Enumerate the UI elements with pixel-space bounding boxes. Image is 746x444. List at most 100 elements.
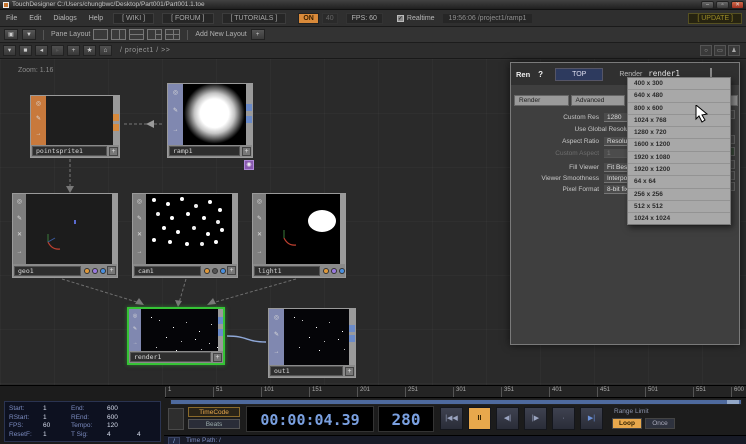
once-button[interactable]: Once [645,418,675,429]
edit-icon[interactable]: ✎ [137,216,142,222]
play-reverse-button[interactable]: · [552,407,575,430]
geo1-viewer[interactable] [26,194,112,264]
nav-back-icon[interactable]: ◂ [35,45,48,56]
display-icon[interactable]: ◎ [17,199,22,205]
menu-item-resolution[interactable]: 64 x 64 [628,176,730,188]
node-geo1[interactable]: ◎ ✎ ✕ → ☛ geo1 + [12,193,118,278]
save-icon[interactable]: ▼ [22,29,36,40]
render-flag[interactable] [323,268,329,274]
nav-forward-icon[interactable]: ▸ [51,45,64,56]
jump-to-start-button[interactable]: |◀◀ [440,407,463,430]
pane-rect-icon[interactable]: ▭ [714,45,726,56]
viewer-flag[interactable] [100,268,106,274]
tsig-value-1[interactable]: 4 [107,431,137,438]
edit-icon[interactable]: ✎ [274,332,279,338]
clone-icon[interactable]: ✕ [137,232,142,238]
display-icon[interactable]: ◎ [133,313,137,319]
end-value[interactable]: 600 [107,405,137,412]
tsig-value-2[interactable]: 4 [137,431,151,438]
beats-mode-button[interactable]: Beats [188,419,240,429]
layout-three-button[interactable] [147,29,162,40]
layout-single-button[interactable] [93,29,108,40]
viewer-flag[interactable] [220,268,226,274]
jump-to-end-button[interactable]: ▶| [580,407,603,430]
title-bar[interactable]: TouchDesigner C:/Users/chungbwc/Desktop/… [0,0,746,10]
wiki-link[interactable]: [ WIKI ] [113,13,154,24]
out1-viewer[interactable] [284,309,349,365]
menu-dialogs[interactable]: Dialogs [47,15,82,22]
edit-icon[interactable]: ✎ [257,216,262,222]
breadcrumb[interactable]: / project1 / >> [120,47,170,54]
menu-item-resolution[interactable]: 512 x 512 [628,201,730,213]
expand-parameters-button[interactable]: + [345,367,354,376]
menu-item-resolution[interactable]: 1920 x 1080 [628,152,730,164]
node-light1[interactable]: ◎ ✎ ✕ → ☛ light1 [252,193,346,278]
display-icon[interactable]: ◎ [137,199,142,205]
pointsprite1-viewer[interactable] [46,96,113,145]
menu-edit[interactable]: Edit [23,15,47,22]
bookmark-star-icon[interactable]: ★ [83,45,96,56]
edit-icon[interactable]: ✎ [17,216,22,222]
loop-button[interactable]: Loop [612,418,642,429]
tab-render[interactable]: Render [514,95,569,106]
node-out1[interactable]: ◎ ✎ → ☛ out1 + [268,308,356,378]
step-forward-button[interactable]: |▶ [524,407,547,430]
tab-advanced[interactable]: Advanced [571,95,626,106]
out1-outputs[interactable] [349,309,355,365]
menu-file[interactable]: File [0,15,23,22]
node-render1-selected[interactable]: ◎ ✎ → ☛ render1 + [127,307,225,365]
rstart-value[interactable]: 1 [43,414,71,421]
layout-split-h-button[interactable] [129,29,144,40]
arrow-icon[interactable]: → [36,131,42,137]
timeline-options-button[interactable] [168,408,184,430]
display-icon[interactable]: ◎ [257,199,262,205]
expand-parameters-button[interactable]: + [107,266,116,275]
frame-ruler[interactable]: 1 51 101 151 201 251 301 351 401 451 501… [165,386,746,398]
display-icon[interactable]: ◎ [173,90,178,96]
menu-item-resolution[interactable]: 1600 x 1200 [628,139,730,151]
timeline-range-bar[interactable] [170,399,742,405]
cam1-viewer[interactable] [146,194,232,264]
arrow-icon[interactable]: → [17,249,23,255]
arrow-icon[interactable]: → [257,249,263,255]
display-icon[interactable]: ◎ [274,315,279,321]
current-frame-display[interactable]: 280 [378,406,434,432]
pane-maximize-icon[interactable]: ■ [19,45,32,56]
range-end-handle[interactable] [727,400,739,404]
resetf-value[interactable]: 1 [43,431,71,438]
node-label[interactable]: out1 [270,366,343,376]
menu-item-resolution[interactable]: 1280 x 720 [628,127,730,139]
node-label[interactable]: geo1 [14,266,81,276]
forum-link[interactable]: [ FORUM ] [162,13,213,24]
menu-help[interactable]: Help [83,15,109,22]
parent-folder-icon[interactable]: ⌂ [99,45,112,56]
node-label[interactable]: cam1 [134,266,201,276]
render1-viewer[interactable] [141,309,218,351]
clone-icon[interactable]: ✕ [257,232,262,238]
node-cam1[interactable]: ◎ ✎ ✕ → ☛ cam1 + [132,193,238,278]
close-button[interactable]: ✕ [731,1,744,9]
ramp1-comment-icon[interactable]: ◉ [244,160,254,170]
edit-icon[interactable]: ✎ [36,116,41,122]
pane-menu-icon[interactable]: ▾ [3,45,16,56]
fps-value[interactable]: 60 [43,422,71,429]
node-ramp1[interactable]: ◎ ✎ → ☛ ramp1 + ◉ [167,83,253,158]
display-icon[interactable]: ◎ [36,101,41,107]
expand-parameters-button[interactable]: + [213,353,222,362]
menu-item-resolution[interactable]: 1024 x 1024 [628,213,730,225]
rend-value[interactable]: 600 [107,414,137,421]
time-path-slash-button[interactable]: / [168,437,180,444]
step-back-button[interactable]: ◀| [496,407,519,430]
on-toggle[interactable]: ON [298,13,319,24]
path-add-icon[interactable]: + [67,45,80,56]
timecode-mode-button[interactable]: TimeCode [188,407,240,417]
tempo-value[interactable]: 120 [107,422,137,429]
layout-quad-button[interactable] [165,29,180,40]
node-label[interactable]: render1 [130,352,211,362]
arrow-icon[interactable]: → [133,340,138,346]
expand-parameters-button[interactable]: + [242,147,251,156]
display-flag[interactable] [212,268,218,274]
arrow-icon[interactable]: → [137,249,143,255]
update-button[interactable]: [ UPDATE ] [688,13,742,24]
viewer-flag[interactable] [339,268,345,274]
